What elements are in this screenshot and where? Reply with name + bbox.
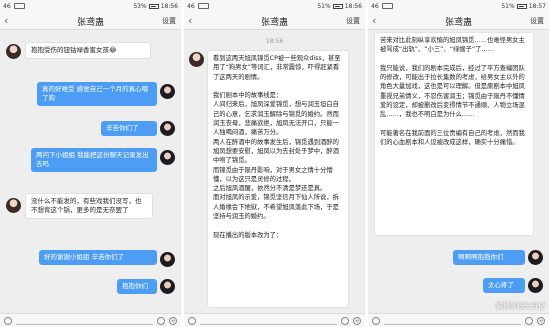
settings-button[interactable]: 设置 xyxy=(162,16,176,26)
chat-header: ‹ 张鸢蛊 设置 xyxy=(368,12,549,30)
message-bubble: 辛苦你们了 xyxy=(101,121,157,136)
message-input[interactable] xyxy=(16,316,153,325)
battery-icon xyxy=(148,3,159,9)
chat-title: 张鸢蛊 xyxy=(76,18,104,28)
message-bubble: 真的好难受 感觉自己一个月的真心喂了狗 xyxy=(37,82,157,106)
avatar[interactable] xyxy=(160,84,175,99)
settings-button[interactable]: 设置 xyxy=(530,16,544,26)
emoji-icon[interactable] xyxy=(525,316,533,325)
input-bar: + xyxy=(0,313,181,327)
message-input[interactable] xyxy=(384,316,521,325)
long-message: 看到这两天旭凤锦觅CP被一些观众diss，甚至用了“狗男女”等词汇，非常震惊，吓… xyxy=(207,50,349,308)
input-bar: + xyxy=(184,313,365,327)
clock: 18:57 xyxy=(528,2,546,10)
signal-text: 46 xyxy=(187,2,195,10)
signal-icon xyxy=(197,3,209,9)
message-bubble: 没什么不能发的，有些戏我们没写，也不想背这个锅，更多的是无奈罢了 xyxy=(25,193,153,219)
chat-screen-1: 46 53% 18:56 ‹ 张鸢蛊 设置 抱抱受伤的钮钴禄香蜜女孩😂 真的好难受… xyxy=(0,0,181,327)
message-bubble: 啊啊啊抱抱你们 xyxy=(453,250,525,265)
chat-header: ‹ 张鸢蛊 设置 xyxy=(0,12,181,30)
emoji-icon[interactable] xyxy=(157,316,165,325)
input-bar: + xyxy=(368,313,549,327)
plus-icon[interactable]: + xyxy=(353,316,361,325)
avatar[interactable] xyxy=(6,198,21,213)
signal-icon xyxy=(381,3,393,9)
battery-text: 51% xyxy=(501,2,515,10)
battery-text: 53% xyxy=(133,2,147,10)
avatar[interactable] xyxy=(528,250,543,265)
avatar[interactable] xyxy=(160,121,175,136)
voice-icon[interactable] xyxy=(372,316,380,325)
message-bubble: 抱抱受伤的钮钴禄香蜜女孩😂 xyxy=(25,42,151,59)
battery-icon xyxy=(516,3,527,9)
signal-text: 46 xyxy=(371,2,379,10)
avatar[interactable] xyxy=(189,52,204,67)
message-bubble: 抱抱你们 xyxy=(117,279,157,294)
avatar[interactable] xyxy=(6,44,21,59)
avatar[interactable] xyxy=(160,252,175,267)
timestamp: 18:56 xyxy=(265,38,284,45)
signal-text: 46 xyxy=(3,2,11,10)
plus-icon[interactable]: + xyxy=(169,316,177,325)
settings-button[interactable]: 设置 xyxy=(346,16,360,26)
clock: 18:56 xyxy=(160,2,178,10)
voice-icon[interactable] xyxy=(188,316,196,325)
message-bubble: 太心疼了 xyxy=(483,278,525,293)
chat-screen-2: 46 51% 18:56 ‹ 张鸢蛊 设置 18:56 看到这两天旭凤锦觅CP被一… xyxy=(184,0,365,327)
chat-title: 张鸢蛊 xyxy=(260,18,288,28)
emoji-icon[interactable] xyxy=(341,316,349,325)
battery-icon xyxy=(332,3,343,9)
avatar[interactable] xyxy=(160,150,175,165)
clock: 18:56 xyxy=(344,2,362,10)
status-bar: 46 51% 18:57 xyxy=(368,0,549,12)
battery-text: 51% xyxy=(317,2,331,10)
screenshot-collage: 46 53% 18:56 ‹ 张鸢蛊 设置 抱抱受伤的钮钴禄香蜜女孩😂 真的好难受… xyxy=(0,0,550,327)
watermark: 微博@粉头日记 xyxy=(496,302,545,310)
plus-icon[interactable]: + xyxy=(537,316,545,325)
message-bubble: 两问下小姐姐 我能把这份聊天记录发出去吗 xyxy=(31,148,157,172)
avatar[interactable] xyxy=(528,278,543,293)
message-bubble: 好的谢谢小姐姐 辛苦你们了 xyxy=(39,250,157,265)
message-input[interactable] xyxy=(200,316,337,325)
chat-screen-3: 46 51% 18:57 ‹ 张鸢蛊 设置 苦来对比此刻纵享欢愉的旭凤锦觅……也难… xyxy=(368,0,549,327)
avatar[interactable] xyxy=(160,279,175,294)
long-message: 苦来对比此刻纵享欢愉的旭凤锦觅……也难怪男女主被骂成“出轨”、“小三”、“绿嫂子… xyxy=(374,32,534,236)
signal-icon xyxy=(13,3,25,9)
status-bar: 46 51% 18:56 xyxy=(184,0,365,12)
voice-icon[interactable] xyxy=(4,316,12,325)
chat-header: ‹ 张鸢蛊 设置 xyxy=(184,12,365,30)
status-bar: 46 53% 18:56 xyxy=(0,0,181,12)
chat-title: 张鸢蛊 xyxy=(444,18,472,28)
